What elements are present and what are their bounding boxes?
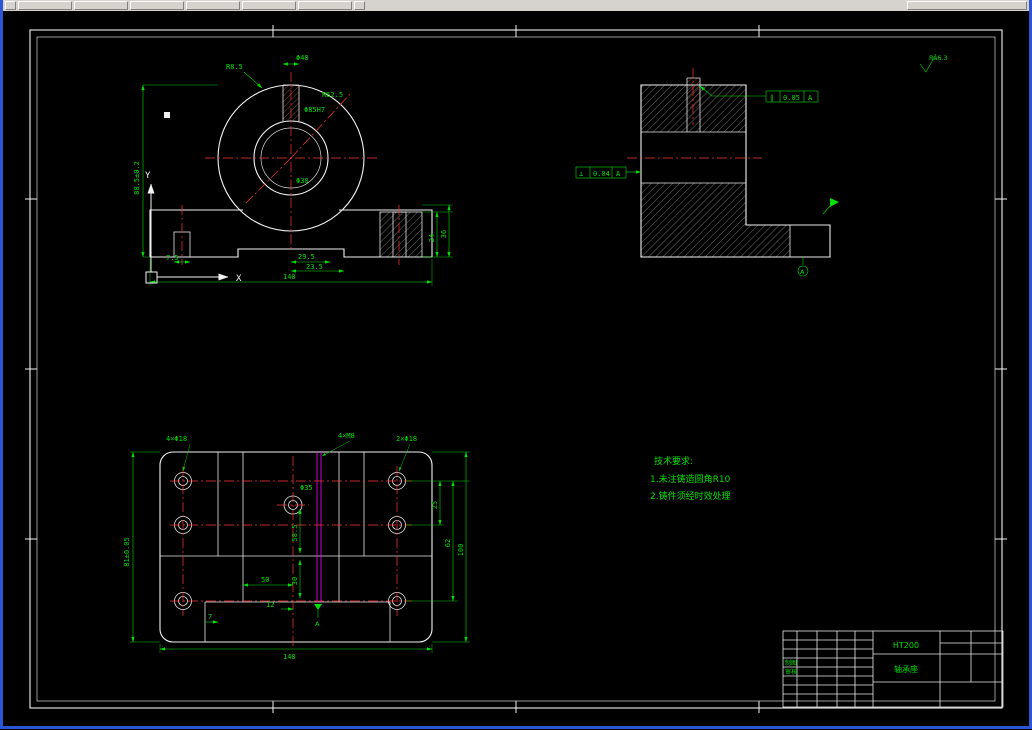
tech-req-item: 2.铸件须经时效处理: [650, 490, 731, 502]
dimension-label: 7.5: [166, 254, 179, 262]
dimension-label: 4×M8: [338, 432, 355, 440]
datum-symbol: A: [797, 257, 809, 277]
cad-window: R8.5 Φ48 R62.5 Φ85H7 Φ38 88.5±0.2 29.5 2…: [0, 0, 1032, 729]
dimension-label: Φ48: [296, 54, 309, 62]
drawing-viewport[interactable]: R8.5 Φ48 R62.5 Φ85H7 Φ38 88.5±0.2 29.5 2…: [3, 11, 1029, 726]
side-keyway-hatch: [687, 78, 700, 108]
dimension-label: 62: [444, 539, 452, 547]
dimension-label: 29.5: [298, 253, 315, 261]
dimension-label: Φ38: [296, 177, 309, 185]
toolbar-spacer: [367, 1, 905, 10]
plan-view: 4×Φ18 Φ35 4×M8 2×Φ18 81±0.05 25 62 100 5…: [123, 432, 470, 661]
title-block-label: 审核: [785, 668, 797, 676]
sheet-frame: [25, 25, 1007, 713]
dimension-label: 50: [261, 576, 269, 584]
side-foot-outline: [789, 224, 831, 258]
dimension-label: 30: [291, 577, 299, 585]
dimension-label: 4×Φ18: [166, 435, 187, 443]
plan-centerlines: [170, 456, 412, 648]
fcf-datum: A: [616, 170, 621, 178]
dimension-label: 88.5±0.2: [133, 161, 141, 195]
dimension-label: 140: [283, 273, 296, 281]
dimension-label: R62.5: [322, 91, 343, 99]
part-name-cell: 轴承座: [894, 664, 918, 674]
dimension-label: R8.5: [226, 63, 243, 71]
dimension-label: 24: [428, 234, 436, 242]
dimension-label: 25: [431, 501, 439, 509]
plan-dimensions: 4×Φ18 Φ35 4×M8 2×Φ18 81±0.05 25 62 100 5…: [123, 432, 470, 661]
toolbar-button[interactable]: [242, 1, 296, 10]
front-view: R8.5 Φ48 R62.5 Φ85H7 Φ38 88.5±0.2 29.5 2…: [133, 54, 453, 286]
fcf-tolerance: 0.05: [783, 94, 800, 102]
plan-aux-lines: [316, 452, 322, 602]
toolbar-button[interactable]: [354, 1, 365, 10]
toolbar-button[interactable]: [130, 1, 184, 10]
roughness-note: Ra6.3: [919, 53, 948, 73]
dimension-label: 100: [457, 544, 465, 557]
title-block-label: 制图: [785, 659, 797, 667]
datum-label: A: [800, 268, 805, 276]
surface-finish-flag: [822, 198, 839, 215]
title-block: HT200 轴承座 制图 审核: [782, 630, 1004, 708]
plan-datum: A: [314, 604, 322, 628]
dimension-label: 58.5: [291, 525, 299, 542]
technical-requirements: 技术要求: 1.未注铸造圆角R10 2.铸件须经时效处理: [650, 455, 731, 502]
toolbar: [3, 0, 1029, 11]
toolbar-button[interactable]: [186, 1, 240, 10]
toolbar-button[interactable]: [18, 1, 72, 10]
datum-label: A: [315, 620, 320, 628]
side-hatch-bottom: [641, 183, 746, 257]
drawing-canvas[interactable]: R8.5 Φ48 R62.5 Φ85H7 Φ38 88.5±0.2 29.5 2…: [3, 11, 1029, 726]
dimension-label: 12: [266, 601, 274, 609]
point-marker: [164, 112, 170, 118]
dimension-label: Φ35: [300, 484, 313, 492]
dimension-label: 23.5: [306, 263, 323, 271]
front-section-hatch: [380, 212, 422, 257]
toolbar-button[interactable]: [74, 1, 128, 10]
plan-outline: [159, 451, 433, 643]
fcf-symbol: ⊥: [579, 170, 583, 178]
fcf-tolerance: 0.04: [593, 170, 610, 178]
dimension-label: 7: [208, 613, 212, 621]
fcf-symbol: ∥: [770, 94, 774, 102]
tech-req-item: 1.未注铸造圆角R10: [650, 473, 731, 485]
axis-y-label: Y: [145, 171, 151, 181]
dimension-label: 2×Φ18: [396, 435, 417, 443]
fcf-datum: A: [808, 94, 813, 102]
material-cell: HT200: [893, 641, 919, 650]
side-hatch-foot: [746, 225, 790, 257]
sheet-centering-marks: [25, 25, 1007, 713]
plan-interior-lines: [160, 452, 432, 642]
toolbar-button[interactable]: [5, 1, 16, 10]
ucs-icon: Y X: [145, 171, 242, 284]
dimension-label: Φ85H7: [304, 106, 325, 114]
side-bore-lines: [641, 131, 746, 184]
tech-req-title: 技术要求:: [654, 455, 693, 467]
plan-holes: [174, 472, 406, 610]
toolbar-button[interactable]: [907, 1, 1027, 10]
dimension-label: 36: [440, 230, 448, 238]
fcf-left: ⊥ 0.04 A: [575, 166, 642, 179]
dimension-label: 140: [283, 653, 296, 661]
roughness-value: Ra6.3: [929, 54, 948, 62]
toolbar-button[interactable]: [298, 1, 352, 10]
dimension-label: 81±0.05: [123, 537, 131, 567]
side-view: ⊥ 0.04 A ∥ 0.05 A A: [575, 68, 839, 277]
axis-x-label: X: [236, 274, 242, 284]
